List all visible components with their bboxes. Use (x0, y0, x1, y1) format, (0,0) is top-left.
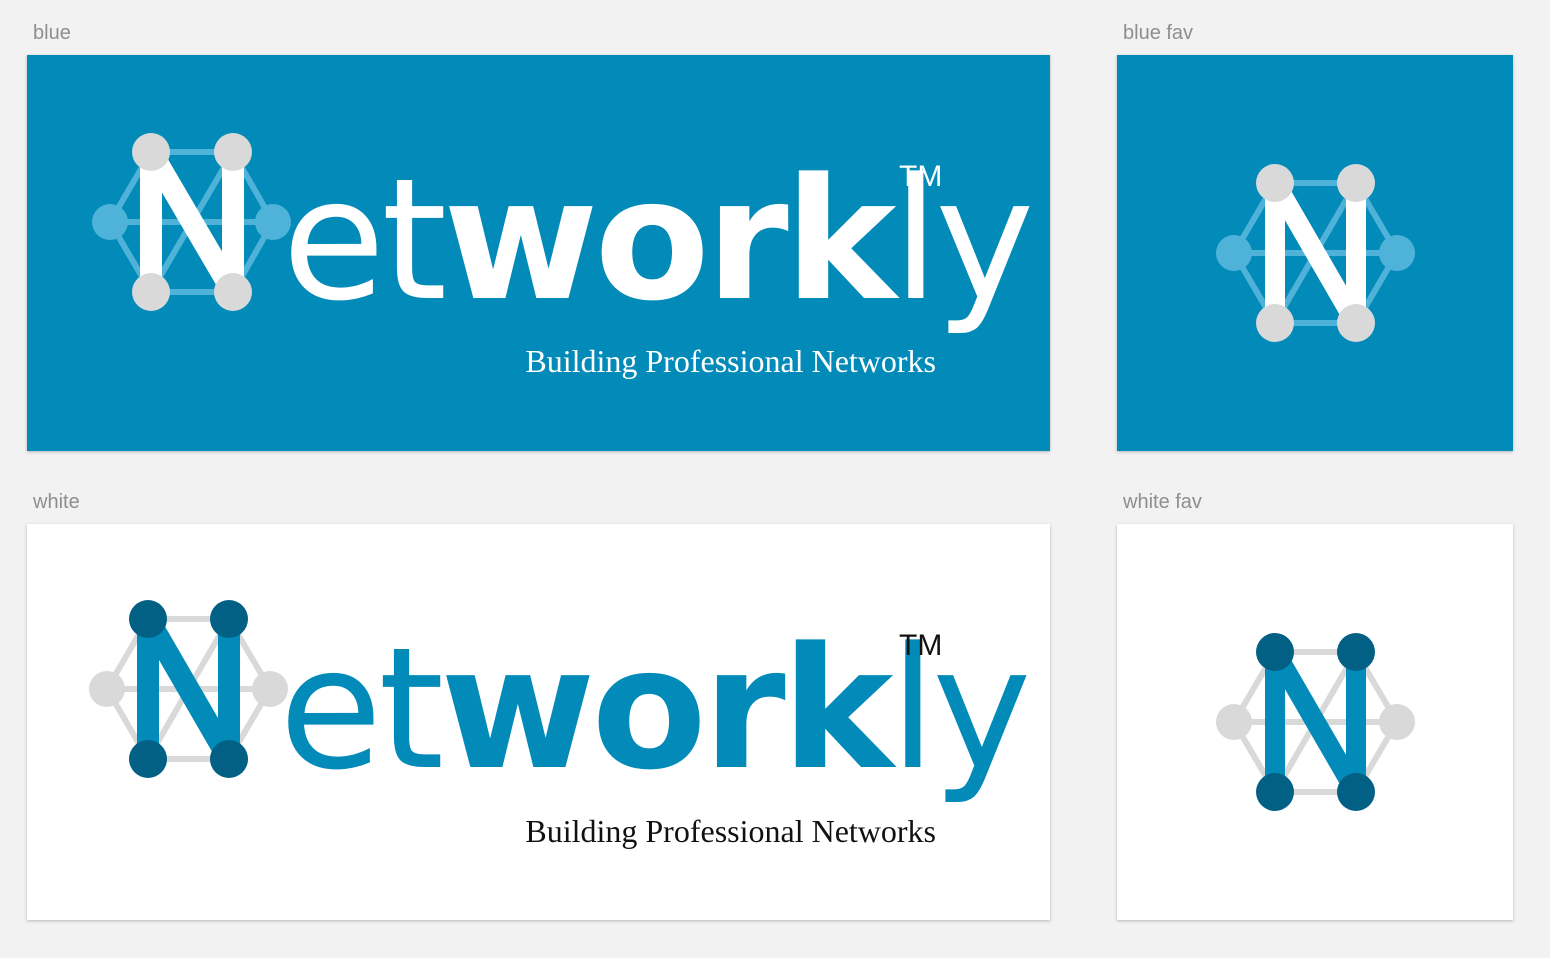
network-n-icon (1216, 633, 1415, 811)
logo-white: etworkly TM Building Professional Networ… (89, 600, 1032, 849)
tagline: Building Professional Networks (525, 813, 936, 849)
trademark-label: TM (899, 629, 942, 662)
logo-blue: etworkly TM Building Professional Networ… (92, 133, 1035, 379)
artboard-white-fav[interactable] (1117, 524, 1513, 920)
tagline: Building Professional Networks (525, 343, 936, 379)
favicon-blue (1216, 164, 1415, 342)
network-n-icon (92, 133, 291, 311)
artboard-blue[interactable]: etworkly TM Building Professional Networ… (27, 55, 1050, 451)
artboard-label-blue-fav[interactable]: blue fav (1123, 22, 1193, 45)
trademark-label: TM (899, 160, 942, 193)
network-n-icon (1216, 164, 1415, 342)
artboard-blue-fav[interactable] (1117, 55, 1513, 451)
artboard-label-white[interactable]: white (33, 491, 80, 514)
artboard-label-white-fav[interactable]: white fav (1123, 491, 1202, 514)
network-n-icon (89, 600, 288, 778)
artboard-white[interactable]: etworkly TM Building Professional Networ… (27, 524, 1050, 920)
artboard-label-blue[interactable]: blue (33, 22, 71, 45)
favicon-white (1216, 633, 1415, 811)
